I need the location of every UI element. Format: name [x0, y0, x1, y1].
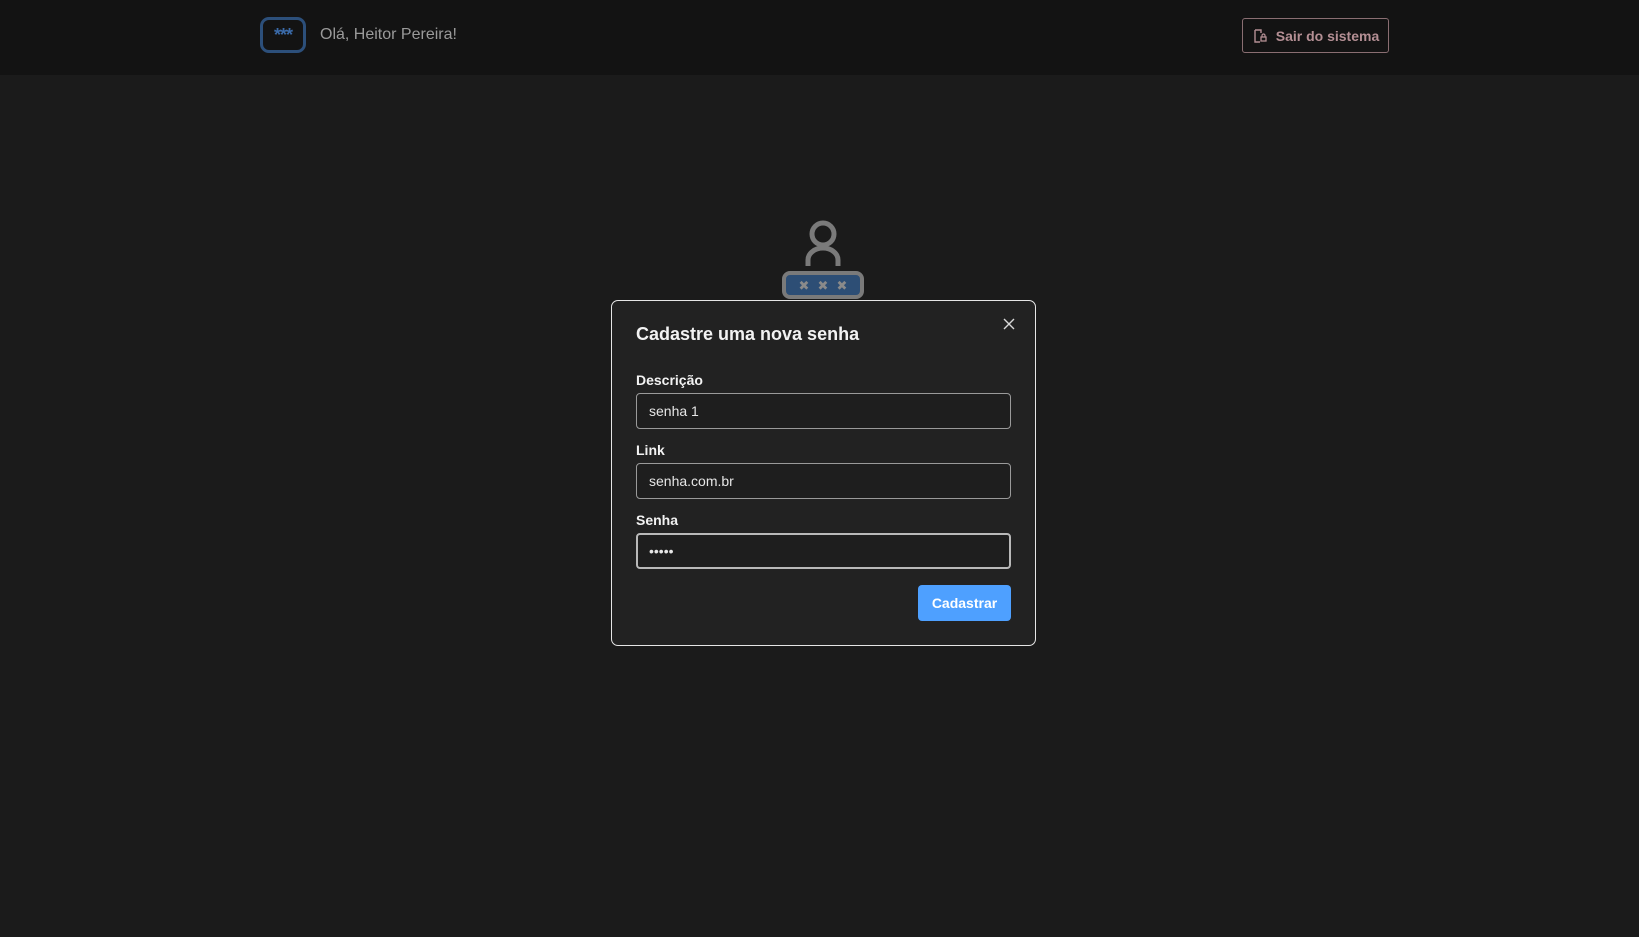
description-label: Descrição [636, 372, 703, 388]
new-password-modal: Cadastre uma nova senha Descrição Link S… [611, 300, 1036, 646]
close-button[interactable] [1000, 317, 1018, 335]
password-input[interactable] [636, 533, 1011, 569]
modal-title: Cadastre uma nova senha [636, 324, 860, 344]
page: *** Olá, Heitor Pereira! Sair do sistema… [0, 0, 1639, 937]
logout-icon [1252, 28, 1268, 44]
submit-button[interactable]: Cadastrar [918, 585, 1011, 621]
close-icon [1003, 317, 1015, 335]
logout-button[interactable]: Sair do sistema [1242, 18, 1389, 53]
top-header: *** Olá, Heitor Pereira! Sair do sistema [0, 0, 1639, 75]
password-label: Senha [636, 512, 679, 528]
link-input[interactable] [636, 463, 1011, 499]
logo-icon: *** [260, 17, 306, 53]
link-label: Link [636, 442, 665, 458]
greeting-text: Olá, Heitor Pereira! [320, 26, 457, 43]
description-input[interactable] [636, 393, 1011, 429]
logout-label: Sair do sistema [1275, 27, 1380, 44]
